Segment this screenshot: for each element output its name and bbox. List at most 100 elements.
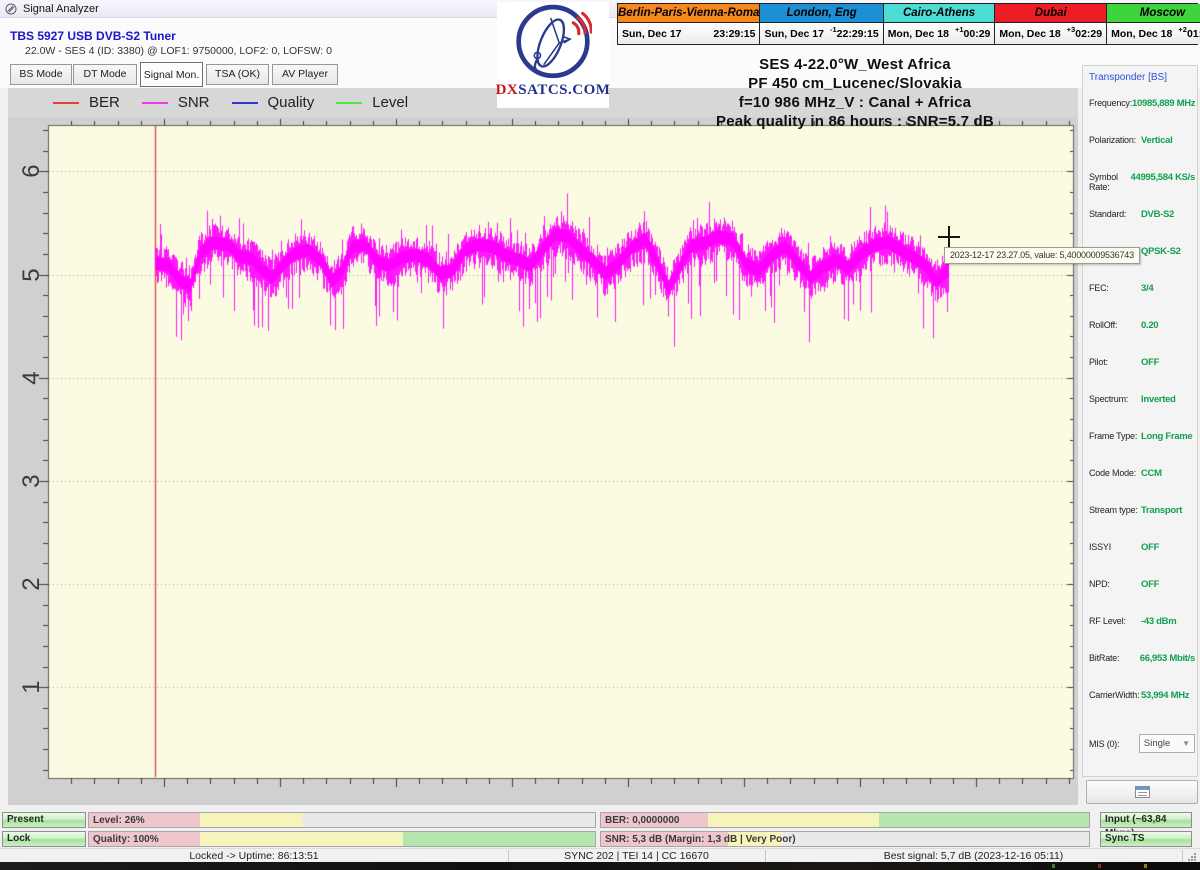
transponder-value: CCM [1141, 468, 1162, 479]
mis-row: MIS (0): Single ▼ [1089, 734, 1195, 753]
transponder-label: BitRate: [1089, 653, 1140, 664]
tab-bs-mode[interactable]: BS Mode [10, 64, 72, 85]
bar-segment [403, 832, 595, 846]
sync-ts-indicator: Sync TS [1100, 831, 1192, 847]
transponder-label: Stream type: [1089, 505, 1141, 516]
transponder-label: Frequency: [1089, 98, 1132, 109]
transponder-row: FEC:3/4 [1089, 283, 1195, 294]
clock-time: 02:29 [1075, 28, 1102, 40]
present-indicator: Present [2, 812, 86, 828]
y-tick-label-1: 1 [18, 673, 46, 701]
tuner-subtitle: 22.0W - SES 4 (ID: 3380) @ LOF1: 9750000… [25, 45, 332, 57]
transponder-value: 53,994 MHz [1141, 690, 1189, 701]
status-bar: Locked -> Uptime: 86:13:51 SYNC 202 | TE… [0, 848, 1200, 862]
chart-title-line-3: f=10 986 MHz_V : Canal + Africa [620, 93, 1090, 112]
ts-list-icon [1135, 786, 1150, 798]
crosshair-vertical [948, 226, 950, 248]
transponder-label: NPD: [1089, 579, 1141, 590]
mis-selected-value: Single [1144, 738, 1170, 749]
bar-segment [200, 832, 402, 846]
transponder-value: 10985,889 MHz [1132, 98, 1195, 109]
transponder-label: ISSYI [1089, 542, 1141, 553]
chart-panel: BERSNRQualityLevel 123456 [8, 88, 1078, 805]
clock-date: Mon, Dec 18 [999, 28, 1060, 40]
legend-line-icon [142, 102, 168, 104]
chart-title-line-1: SES 4-22.0°W_West Africa [620, 55, 1090, 74]
resize-grip[interactable] [1188, 853, 1196, 861]
transponder-row: BitRate:66,953 Mbit/s [1089, 653, 1195, 664]
bar-segment [200, 813, 301, 827]
dxsatcs-logo: DXSATCS.COM [497, 2, 609, 108]
transponder-row: Stream type:Transport [1089, 505, 1195, 516]
snr-bar: SNR: 5,3 dB (Margin: 1,3 dB | Very Poor) [600, 831, 1090, 847]
clock-zone-name: Cairo-Athens [884, 4, 995, 23]
clock-zone-name: London, Eng [760, 4, 882, 23]
transponder-label: FEC: [1089, 283, 1141, 294]
transponder-value: OFF [1141, 357, 1159, 368]
transponder-value: OFF [1141, 542, 1159, 553]
transponder-value: -43 dBm [1141, 616, 1176, 627]
clock-zone-time: Mon, Dec 18+201:29 [1107, 23, 1200, 44]
transponder-value: DVB-S2 [1141, 209, 1174, 220]
legend-line-icon [336, 102, 362, 104]
logo-text: DXSATCS.COM [496, 82, 611, 99]
clock-zone-5: MoscowMon, Dec 18+201:29 [1106, 4, 1200, 44]
transponder-value: 0.20 [1141, 320, 1158, 331]
clock-time: 22:29:15 [837, 28, 879, 40]
transponder-row: Symbol Rate:44995,584 KS/s [1089, 172, 1195, 192]
bar-label: SNR: 5,3 dB (Margin: 1,3 dB | Very Poor) [605, 832, 796, 847]
legend-item-snr: SNR [142, 94, 210, 111]
clock-utc-offset: +1 [955, 25, 964, 34]
clock-utc-offset: -1 [830, 25, 837, 34]
bar-label: BER: 0,0000000 [605, 813, 680, 828]
clock-date: Mon, Dec 18 [1111, 28, 1172, 40]
clock-zone-2: London, EngSun, Dec 17-122:29:15 [759, 4, 882, 44]
legend-label: Quality [268, 94, 315, 111]
transponder-label: Standard: [1089, 209, 1141, 220]
tab-dt-mode[interactable]: DT Mode [73, 64, 137, 85]
transponder-value: Inverted [1141, 394, 1176, 405]
bar-segment [708, 813, 879, 827]
lock-indicator: Lock [2, 831, 86, 847]
transponder-label: Polarization: [1089, 135, 1141, 146]
mis-label: MIS (0): [1089, 739, 1137, 749]
status-separator [1182, 850, 1183, 862]
bar-label: Level: 26% [93, 813, 145, 828]
transponder-row: RF Level:-43 dBm [1089, 616, 1195, 627]
status-best-signal: Best signal: 5,7 dB (2023-12-16 05:11) [765, 849, 1182, 863]
legend-line-icon [53, 102, 79, 104]
mis-select[interactable]: Single ▼ [1139, 734, 1195, 753]
chevron-down-icon: ▼ [1182, 739, 1190, 748]
taskbar-pixel [1098, 864, 1101, 868]
transponder-row: Frame Type:Long Frame [1089, 431, 1195, 442]
transport-stream-button[interactable] [1086, 780, 1198, 804]
clock-date: Sun, Dec 17 [622, 28, 682, 40]
tab-tsa-ok[interactable]: TSA (OK) [206, 64, 269, 85]
quality-bar: Quality: 100% [88, 831, 596, 847]
transponder-row: Code Mode:CCM [1089, 468, 1195, 479]
transponder-panel-header: Transponder [BS] [1089, 72, 1167, 83]
transponder-row: ISSYIOFF [1089, 542, 1195, 553]
legend-label: SNR [178, 94, 210, 111]
clock-zone-time: Mon, Dec 18 +302:29 [995, 23, 1106, 44]
y-tick-label-2: 2 [18, 570, 46, 598]
status-separator [765, 850, 766, 862]
level-bar: Level: 26% [88, 812, 596, 828]
clock-zone-time: Mon, Dec 18+100:29 [884, 23, 995, 44]
bar-segment [879, 813, 1089, 827]
transponder-value: 44995,584 KS/s [1131, 172, 1195, 192]
clock-zone-name: Berlin-Paris-Vienna-Roma [618, 4, 759, 23]
transponder-row: Pilot:OFF [1089, 357, 1195, 368]
transponder-value: 3/4 [1141, 283, 1153, 294]
status-separator [508, 850, 509, 862]
y-tick-label-4: 4 [18, 364, 46, 392]
snr-chart-canvas[interactable] [8, 117, 1078, 805]
legend-item-quality: Quality [232, 94, 315, 111]
tab-av-player[interactable]: AV Player [272, 64, 338, 85]
satellite-logo-icon [514, 2, 592, 84]
transponder-label: Symbol Rate: [1089, 172, 1131, 192]
transponder-row: CarrierWidth:53,994 MHz [1089, 690, 1195, 701]
clock-utc-offset: +3 [1067, 25, 1076, 34]
transponder-label: Pilot: [1089, 357, 1141, 368]
tab-signal-mon[interactable]: Signal Mon. [140, 62, 203, 87]
